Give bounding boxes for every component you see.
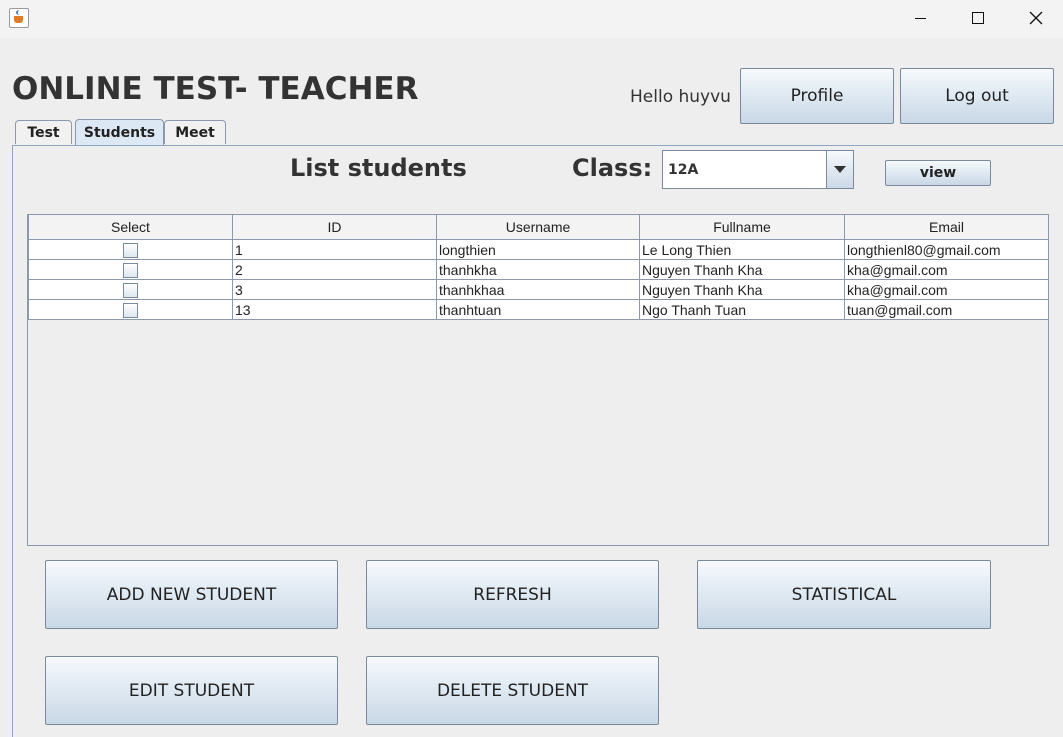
logout-button[interactable]: Log out [900, 68, 1054, 124]
column-header-select[interactable]: Select [28, 215, 233, 240]
table-row[interactable]: 3 thanhkhaa Nguyen Thanh Kha kha@gmail.c… [28, 279, 1049, 300]
maximize-button[interactable] [949, 0, 1007, 36]
cell-email: tuan@gmail.com [844, 299, 1049, 320]
students-table: Select ID Username Fullname Email 1 long… [27, 214, 1049, 546]
window-titlebar [0, 0, 1063, 38]
cell-username: thanhkha [436, 259, 640, 280]
add-student-button[interactable]: ADD NEW STUDENT [45, 560, 338, 629]
cell-fullname: Ngo Thanh Tuan [639, 299, 845, 320]
statistical-button[interactable]: STATISTICAL [697, 560, 991, 629]
table-row[interactable]: 1 longthien Le Long Thien longthienl80@g… [28, 239, 1049, 260]
cell-fullname: Le Long Thien [639, 239, 845, 260]
cell-id: 13 [232, 299, 437, 320]
refresh-button[interactable]: REFRESH [366, 560, 659, 629]
greeting-text: Hello huyvu [630, 87, 731, 107]
chevron-down-icon [834, 166, 846, 173]
app-title: ONLINE TEST- TEACHER [12, 71, 419, 107]
class-select[interactable]: 12A [662, 150, 854, 189]
view-button[interactable]: view [885, 160, 991, 186]
row-checkbox[interactable] [123, 262, 138, 278]
cell-username: thanhkhaa [436, 279, 640, 300]
cell-email: kha@gmail.com [844, 259, 1049, 280]
column-header-id[interactable]: ID [232, 215, 437, 240]
delete-student-button[interactable]: DELETE STUDENT [366, 656, 659, 725]
column-header-email[interactable]: Email [844, 215, 1049, 240]
cell-id: 3 [232, 279, 437, 300]
cell-id: 2 [232, 259, 437, 280]
row-checkbox[interactable] [123, 282, 138, 298]
cell-fullname: Nguyen Thanh Kha [639, 279, 845, 300]
cell-fullname: Nguyen Thanh Kha [639, 259, 845, 280]
cell-email: longthienl80@gmail.com [844, 239, 1049, 260]
table-header: Select ID Username Fullname Email [28, 215, 1049, 240]
class-label: Class: [572, 154, 653, 182]
edit-student-button[interactable]: EDIT STUDENT [45, 656, 338, 725]
maximize-icon [972, 12, 984, 24]
table-row[interactable]: 13 thanhtuan Ngo Thanh Tuan tuan@gmail.c… [28, 299, 1049, 320]
java-icon [9, 8, 29, 28]
tab-test[interactable]: Test [15, 120, 72, 144]
column-header-fullname[interactable]: Fullname [639, 215, 845, 240]
tab-meet[interactable]: Meet [164, 120, 226, 144]
cell-email: kha@gmail.com [844, 279, 1049, 300]
class-select-value: 12A [668, 162, 699, 178]
list-title: List students [290, 154, 467, 182]
row-checkbox[interactable] [123, 242, 138, 258]
column-header-username[interactable]: Username [436, 215, 640, 240]
cell-username: thanhtuan [436, 299, 640, 320]
dropdown-button[interactable] [826, 151, 853, 188]
profile-button[interactable]: Profile [740, 68, 894, 124]
cell-id: 1 [232, 239, 437, 260]
cell-username: longthien [436, 239, 640, 260]
close-button[interactable] [1007, 0, 1063, 36]
minimize-icon [914, 17, 926, 19]
close-icon [1029, 11, 1043, 25]
row-checkbox[interactable] [123, 302, 138, 318]
table-row[interactable]: 2 thanhkha Nguyen Thanh Kha kha@gmail.co… [28, 259, 1049, 280]
minimize-button[interactable] [891, 0, 949, 36]
tab-students[interactable]: Students [75, 119, 164, 145]
